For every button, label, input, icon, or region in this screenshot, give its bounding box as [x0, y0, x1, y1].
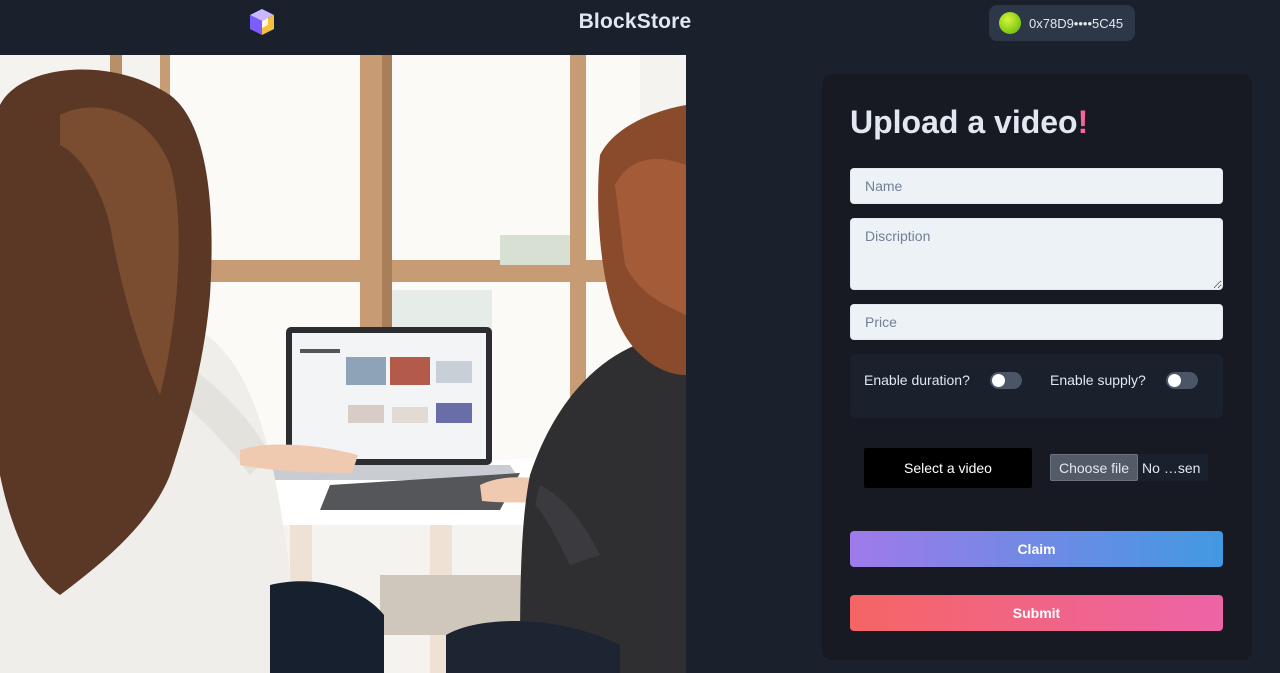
claim-button[interactable]: Claim [850, 531, 1223, 567]
options-panel: Enable duration? Enable supply? [850, 354, 1223, 418]
supply-toggle[interactable] [1166, 372, 1198, 389]
duration-label: Enable duration? [864, 372, 970, 388]
page-title-text: Upload a video [850, 104, 1078, 140]
two-women-at-laptop-photo [0, 55, 686, 673]
page-title-accent: ! [1077, 104, 1089, 140]
duration-toggle[interactable] [990, 372, 1022, 389]
choose-file-button[interactable]: Choose file [1050, 454, 1139, 481]
submit-button[interactable]: Submit [850, 595, 1223, 631]
file-input[interactable]: Choose file No …sen [1050, 454, 1209, 481]
price-input[interactable] [850, 304, 1223, 340]
description-input[interactable] [850, 218, 1223, 290]
upload-card: Upload a video! Enable duration? Enable … [822, 74, 1252, 660]
wallet-avatar-icon [999, 12, 1021, 34]
page-title: Upload a video! [850, 104, 1088, 141]
file-status: No …sen [1142, 459, 1201, 476]
select-video-button[interactable]: Select a video [864, 448, 1032, 488]
wallet-address: 0x78D9••••5C45 [1029, 15, 1124, 31]
top-bar: BlockStore 0x78D9••••5C45 [0, 0, 1280, 55]
supply-label: Enable supply? [1050, 372, 1146, 388]
duration-toggle-knob [992, 374, 1005, 387]
name-input[interactable] [850, 168, 1223, 204]
supply-toggle-knob [1168, 374, 1181, 387]
wallet-button[interactable]: 0x78D9••••5C45 [989, 5, 1135, 41]
